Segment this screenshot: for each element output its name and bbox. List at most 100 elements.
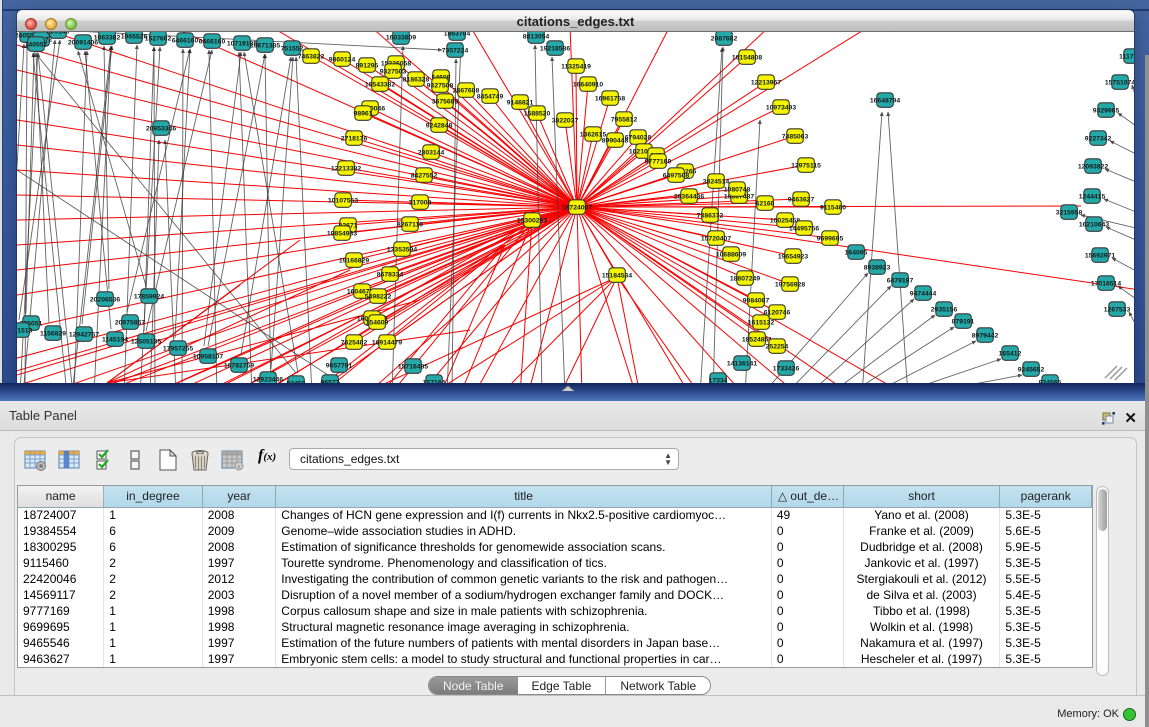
svg-text:9699695: 9699695 bbox=[817, 235, 844, 242]
svg-text:10688609: 10688609 bbox=[716, 251, 746, 258]
svg-text:7386372: 7386372 bbox=[697, 212, 724, 219]
svg-text:8186328: 8186328 bbox=[403, 76, 430, 83]
svg-text:10973493: 10973493 bbox=[766, 104, 796, 111]
svg-text:7463822: 7463822 bbox=[298, 53, 325, 60]
svg-text:x: x bbox=[237, 464, 241, 471]
svg-text:15716485: 15716485 bbox=[398, 363, 428, 370]
svg-text:9084067: 9084067 bbox=[743, 297, 770, 304]
svg-text:15300293: 15300293 bbox=[517, 217, 547, 224]
svg-text:8813054: 8813054 bbox=[523, 33, 550, 40]
svg-text:10958107: 10958107 bbox=[193, 353, 223, 360]
svg-text:9245652: 9245652 bbox=[1018, 366, 1045, 373]
svg-text:2803144: 2803144 bbox=[418, 149, 445, 156]
svg-text:10107553: 10107553 bbox=[328, 197, 358, 204]
svg-text:1733426: 1733426 bbox=[773, 365, 800, 372]
svg-text:16782759: 16782759 bbox=[224, 362, 254, 369]
svg-text:16671385: 16671385 bbox=[250, 42, 280, 49]
svg-text:15184534: 15184534 bbox=[602, 272, 632, 279]
svg-text:14495756: 14495756 bbox=[789, 225, 819, 232]
svg-text:19166829: 19166829 bbox=[339, 257, 369, 264]
svg-text:164095: 164095 bbox=[845, 249, 868, 256]
svg-text:17859924: 17859924 bbox=[134, 293, 164, 300]
svg-text:15751074: 15751074 bbox=[1105, 79, 1134, 86]
svg-text:12093822: 12093822 bbox=[1078, 163, 1108, 170]
svg-text:209140: 209140 bbox=[47, 32, 70, 35]
svg-text:5498222: 5498222 bbox=[365, 293, 392, 300]
svg-text:9242848: 9242848 bbox=[426, 122, 453, 129]
svg-text:1063382: 1063382 bbox=[94, 34, 121, 41]
svg-text:1117367: 1117367 bbox=[1119, 53, 1134, 60]
svg-text:19756928: 19756928 bbox=[775, 281, 805, 288]
svg-text:16961758: 16961758 bbox=[595, 95, 625, 102]
svg-text:20364436: 20364436 bbox=[674, 193, 704, 200]
svg-text:7485063: 7485063 bbox=[782, 133, 809, 140]
svg-text:8938923: 8938923 bbox=[864, 264, 891, 271]
svg-text:3215958: 3215958 bbox=[1056, 209, 1083, 216]
svg-text:16640910: 16640910 bbox=[573, 81, 603, 88]
svg-text:7357224: 7357224 bbox=[442, 47, 469, 54]
svg-text:252254: 252254 bbox=[766, 343, 789, 350]
svg-text:16648794: 16648794 bbox=[870, 97, 900, 104]
svg-text:3675685: 3675685 bbox=[432, 98, 459, 105]
svg-text:7625402: 7625402 bbox=[341, 339, 368, 346]
svg-text:1080748: 1080748 bbox=[724, 186, 751, 193]
svg-text:891295: 891295 bbox=[356, 62, 379, 69]
svg-text:8678334: 8678334 bbox=[377, 271, 404, 278]
svg-text:9327508: 9327508 bbox=[427, 82, 454, 89]
svg-text:17957255: 17957255 bbox=[163, 345, 193, 352]
svg-text:18807249: 18807249 bbox=[730, 275, 760, 282]
svg-text:12975115: 12975115 bbox=[791, 162, 821, 169]
svg-text:1267533: 1267533 bbox=[1104, 306, 1131, 313]
svg-text:18524851: 18524851 bbox=[742, 336, 772, 343]
svg-text:8454749: 8454749 bbox=[477, 93, 504, 100]
svg-text:391513: 391513 bbox=[17, 327, 33, 334]
svg-text:16154808: 16154808 bbox=[732, 54, 762, 61]
svg-text:1244415: 1244415 bbox=[1079, 193, 1106, 200]
svg-text:6497508: 6497508 bbox=[663, 172, 690, 179]
svg-text:165412: 165412 bbox=[999, 350, 1022, 357]
svg-text:9657791: 9657791 bbox=[326, 362, 353, 369]
svg-text:62160: 62160 bbox=[756, 200, 775, 207]
svg-text:3822037: 3822037 bbox=[552, 117, 579, 124]
svg-text:11325419: 11325419 bbox=[561, 63, 591, 70]
svg-text:6466160: 6466160 bbox=[172, 37, 199, 44]
svg-text:6794028: 6794028 bbox=[625, 134, 652, 141]
svg-text:1615132: 1615132 bbox=[748, 319, 775, 326]
svg-text:19218586: 19218586 bbox=[540, 45, 570, 52]
svg-text:16914479: 16914479 bbox=[372, 339, 402, 346]
svg-text:2087682: 2087682 bbox=[711, 35, 738, 42]
svg-text:14136141: 14136141 bbox=[727, 360, 757, 367]
svg-text:15692971: 15692971 bbox=[1085, 252, 1115, 259]
svg-text:13353594: 13353594 bbox=[387, 246, 417, 253]
svg-text:1145194: 1145194 bbox=[102, 336, 128, 343]
svg-text:2935156: 2935156 bbox=[931, 306, 958, 313]
svg-text:16033809: 16033809 bbox=[386, 34, 416, 41]
svg-text:317008: 317008 bbox=[409, 199, 432, 206]
svg-text:12505135: 12505135 bbox=[131, 338, 161, 345]
svg-text:1588520: 1588520 bbox=[524, 110, 551, 117]
svg-text:12213967: 12213967 bbox=[751, 79, 781, 86]
svg-text:15720407: 15720407 bbox=[701, 235, 731, 242]
svg-text:9474444: 9474444 bbox=[910, 290, 937, 297]
svg-text:9860124: 9860124 bbox=[329, 56, 356, 63]
svg-text:12923446: 12923446 bbox=[253, 376, 283, 383]
svg-text:17016514: 17016514 bbox=[1091, 280, 1121, 287]
svg-text:18724007: 18724007 bbox=[562, 204, 592, 211]
svg-text:879191: 879191 bbox=[952, 318, 975, 325]
svg-text:8427552: 8427552 bbox=[411, 172, 438, 179]
svg-text:1156829: 1156829 bbox=[40, 330, 66, 337]
svg-text:2718176: 2718176 bbox=[341, 135, 368, 142]
svg-text:20953346: 20953346 bbox=[146, 125, 176, 132]
svg-text:16543382: 16543382 bbox=[365, 81, 395, 88]
svg-text:7955812: 7955812 bbox=[611, 116, 638, 123]
svg-text:8267110: 8267110 bbox=[397, 221, 423, 228]
svg-text:9146821: 9146821 bbox=[507, 99, 534, 106]
svg-text:9463627: 9463627 bbox=[788, 196, 815, 203]
svg-text:9777169: 9777169 bbox=[645, 158, 672, 165]
svg-text:9227342: 9227342 bbox=[1085, 135, 1112, 142]
svg-text:16210643: 16210643 bbox=[1079, 221, 1109, 228]
svg-text:9329965: 9329965 bbox=[1093, 107, 1120, 114]
svg-text:6466160: 6466160 bbox=[199, 38, 226, 45]
svg-text:20975867: 20975867 bbox=[115, 319, 145, 326]
svg-text:1065526: 1065526 bbox=[121, 33, 148, 40]
